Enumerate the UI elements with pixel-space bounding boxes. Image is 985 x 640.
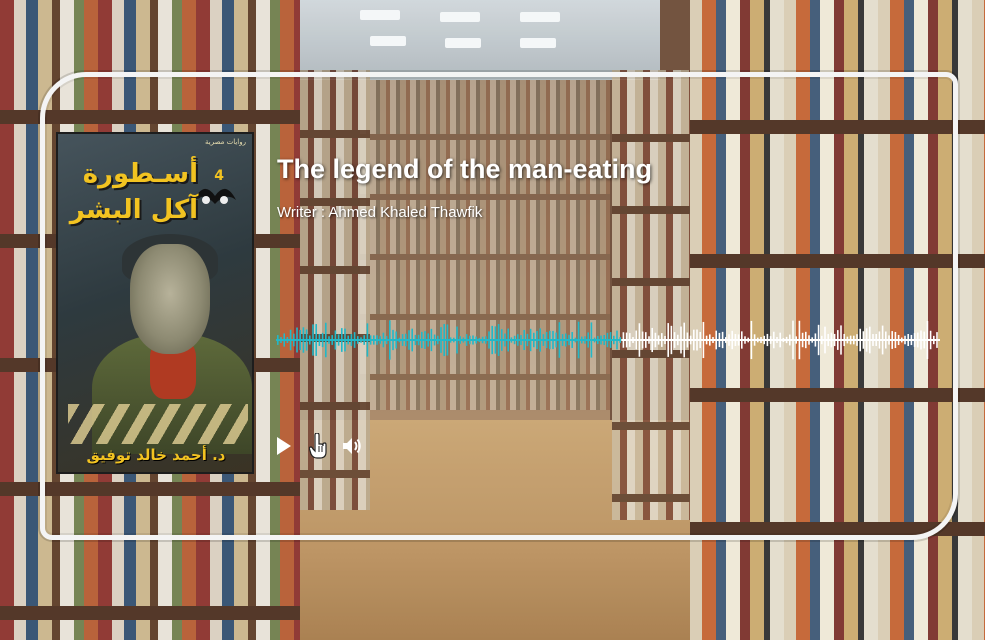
cover-title-line1: أسـطورة: [82, 159, 198, 189]
cover-illustration-bones: [68, 404, 248, 444]
play-icon: [277, 437, 291, 455]
volume-button[interactable]: [342, 434, 362, 458]
waveform-progress-line: [276, 339, 622, 341]
volume-icon: [343, 438, 361, 454]
cover-author: د. أحمد خالد توفيق: [86, 446, 226, 464]
play-button[interactable]: [274, 434, 294, 458]
cover-title: أسـطورة آكل البشر: [68, 156, 198, 228]
pointer-cursor: [308, 433, 328, 459]
waveform-remaining-line: [621, 339, 940, 341]
track-writer: Writer : Ahmed Khaled Thawfik: [277, 204, 483, 221]
cover-title-line2: آكل البشر: [69, 195, 198, 225]
cover-illustration-face: [130, 244, 210, 354]
track-title: The legend of the man-eating: [277, 154, 653, 184]
cover-number: 4: [214, 168, 224, 184]
waveform-seek-bar[interactable]: [276, 300, 940, 380]
pointer-hand-icon: [309, 433, 327, 459]
book-cover: روايات مصرية 4 أسـطورة آكل البشر د. أحمد…: [56, 132, 254, 474]
playback-controls: [274, 432, 362, 460]
cover-series-label: روايات مصرية: [205, 138, 246, 146]
